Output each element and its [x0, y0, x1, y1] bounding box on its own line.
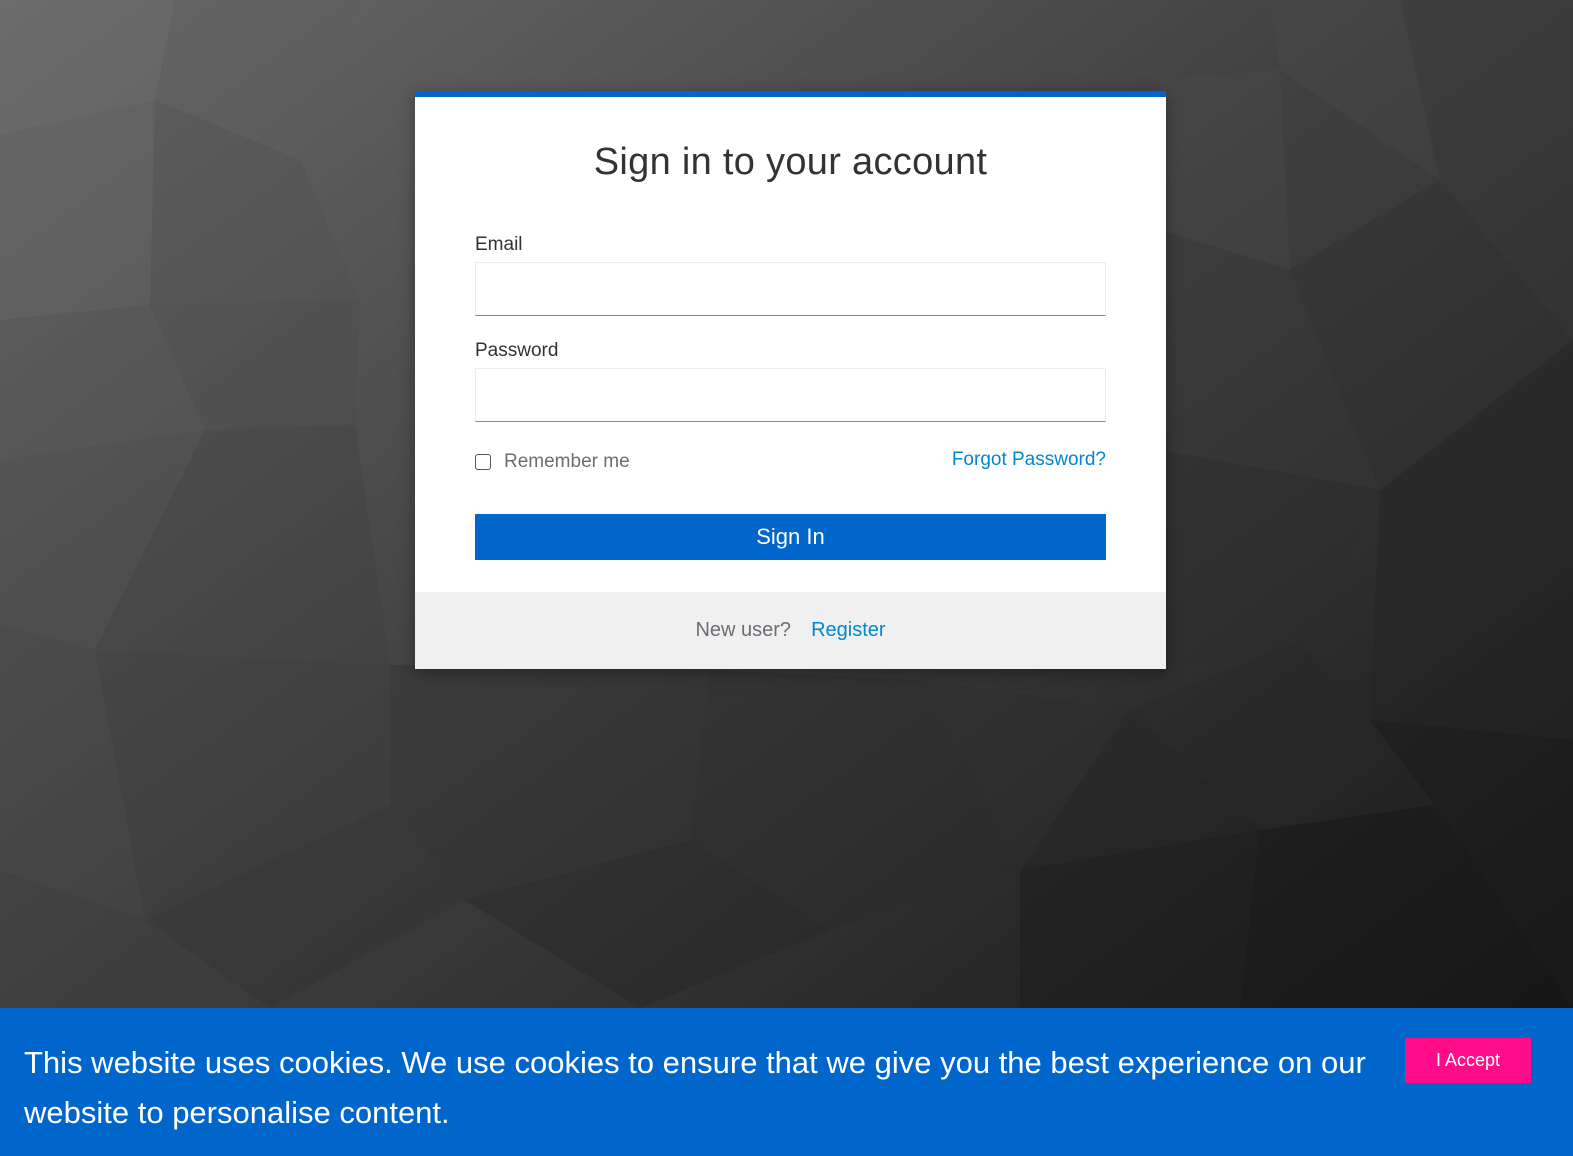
register-link[interactable]: Register — [811, 619, 885, 642]
remember-me-checkbox[interactable] — [475, 454, 491, 470]
sign-in-button[interactable]: Sign In — [475, 514, 1106, 560]
email-label: Email — [475, 234, 523, 255]
password-field[interactable] — [475, 368, 1106, 422]
cookie-banner: This website uses cookies. We use cookie… — [0, 1008, 1573, 1156]
page-title: Sign in to your account — [593, 141, 988, 183]
email-field[interactable] — [475, 262, 1106, 316]
cookie-message: This website uses cookies. We use cookie… — [24, 1045, 1366, 1130]
new-user-text: New user? — [695, 619, 792, 641]
password-label: Password — [475, 340, 559, 361]
registration-footer: New user? Register — [415, 592, 1166, 669]
remember-me-option[interactable]: Remember me — [475, 451, 630, 473]
remember-me-label: Remember me — [504, 451, 630, 472]
forgot-password-link[interactable]: Forgot Password? — [952, 449, 1106, 471]
login-card: Sign in to your account Email Password R… — [415, 91, 1166, 669]
accept-cookies-button[interactable]: I Accept — [1405, 1038, 1531, 1083]
